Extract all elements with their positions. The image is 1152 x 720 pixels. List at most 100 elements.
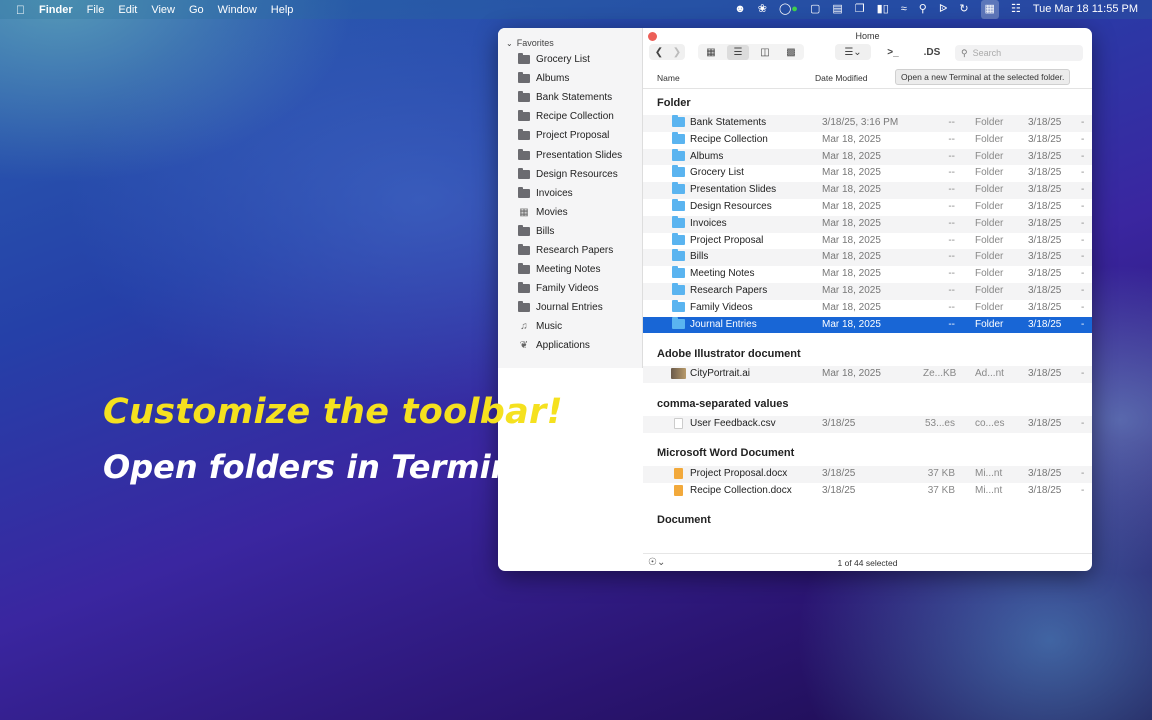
sidebar-item-applications[interactable]: ❦ Applications [498,336,642,355]
sidebar-item-music[interactable]: ♫ Music [498,317,642,336]
list-view-icon[interactable]: ☰ [727,45,749,60]
sidebar-item-design-resources[interactable]: Design Resources [498,165,642,184]
column-header-date-modified[interactable]: Date Modified [815,73,867,83]
file-date-added: 3/18/25 [1028,150,1062,162]
sidebar-item-albums[interactable]: Albums [498,69,642,88]
group-header: Folder [657,96,691,109]
sidebar-item-journal-entries[interactable]: Journal Entries [498,298,642,317]
table-row[interactable]: Project Proposal.docx 3/18/25 37 KB Mi...nt… [643,465,1092,483]
file-date-modified: Mar 18, 2025 [822,234,881,246]
forward-chevron-icon[interactable]: ❯ [670,45,684,60]
folder-icon [518,301,530,313]
column-view-icon[interactable]: ◫ [754,45,776,60]
file-kind: Folder [975,184,1004,196]
open-terminal-button[interactable]: >_ [883,45,903,60]
table-row[interactable]: Recipe Collection Mar 18, 2025 -- Folder 3/1… [643,131,1092,149]
file-date-added: 3/18/25 [1028,251,1062,263]
table-row[interactable]: Family Videos Mar 18, 2025 -- Folder 3/18/25… [643,299,1092,317]
sidebar-item-label: Bank Statements [536,92,613,104]
file-kind: Folder [975,234,1004,246]
table-row[interactable]: Project Proposal Mar 18, 2025 -- Folder 3/18… [643,232,1092,250]
display-icon[interactable]: ▢ [810,0,820,19]
file-extra: - [1081,200,1085,212]
sidebar-section-favorites[interactable]: ⌄ Favorites [498,28,642,50]
file-extra: - [1081,301,1085,313]
icon-view-icon[interactable]: ▦ [701,45,721,60]
file-extra: - [1081,368,1085,380]
folder-icon [672,215,685,228]
bluetooth-icon[interactable]: ᐉ [939,0,947,19]
sidebar-item-meeting-notes[interactable]: Meeting Notes [498,260,642,279]
menu-window[interactable]: Window [218,4,257,16]
table-row[interactable]: Presentation Slides Mar 18, 2025 -- Folder 3… [643,182,1092,199]
table-row[interactable]: Bank Statements 3/18/25, 3:16 PM -- Folder 3… [643,115,1092,132]
finder-toolbar-app-icon[interactable]: ▦ [980,0,999,19]
folder-icon [672,282,685,295]
menu-go[interactable]: Go [189,4,204,16]
table-row[interactable]: CityPortrait.ai Mar 18, 2025 Ze...KB Ad...n… [643,366,1092,384]
chevron-down-icon: ⌄ [506,38,513,48]
file-date-modified: 3/18/25 [822,418,856,430]
back-chevron-icon[interactable]: ❮ [652,45,666,60]
file-extra: - [1081,167,1085,179]
ds-button[interactable]: .DS [921,45,943,60]
menu-edit[interactable]: Edit [118,4,137,16]
battery-icon[interactable]: ▮▯ [877,0,889,19]
table-row[interactable]: Design Resources Mar 18, 2025 -- Folder 3/18… [643,198,1092,216]
sidebar-item-grocery-list[interactable]: Grocery List [498,50,642,69]
file-date-added: 3/18/25 [1028,418,1062,430]
file-date-modified: Mar 18, 2025 [822,284,881,296]
sidebar-item-bank-statements[interactable]: Bank Statements [498,88,642,107]
menu-help[interactable]: Help [271,4,294,16]
window-switch-icon[interactable]: ❐ [855,0,865,19]
table-row[interactable]: Journal Entries Mar 18, 2025 -- Folder 3/18/… [643,316,1092,334]
time-machine-icon[interactable]: ↻ [959,0,968,19]
menu-view[interactable]: View [151,4,175,16]
table-row[interactable]: Meeting Notes Mar 18, 2025 -- Folder 3/18/25… [643,266,1092,283]
menu-app-finder[interactable]: Finder [39,4,73,16]
folder-icon [672,232,685,245]
calendar-icon[interactable]: ▤ [832,0,842,19]
file-extra: - [1081,251,1085,263]
film-icon: ▦ [519,206,529,218]
file-size: 37 KB [927,467,955,479]
file-date-added: 3/18/25 [1028,301,1062,313]
ghost-icon[interactable]: ☻ [734,0,746,19]
table-row[interactable]: Research Papers Mar 18, 2025 -- Folder 3/18/… [643,282,1092,300]
menu-file[interactable]: File [87,4,105,16]
sidebar-item-family-videos[interactable]: Family Videos [498,279,642,298]
promo-subheadline: Open folders in Terminal [103,448,546,486]
sidebar-item-movies[interactable]: ▦ Movies [498,203,642,222]
sidebar-item-research-papers[interactable]: Research Papers [498,241,642,260]
file-date-modified: 3/18/25 [822,484,856,496]
sidebar-item-recipe-collection[interactable]: Recipe Collection [498,107,642,126]
folder-icon [518,263,530,275]
search-field[interactable]: ⚲ Search [955,45,1083,61]
apple-menu-icon[interactable]:  [16,3,25,17]
sidebar-item-bills[interactable]: Bills [498,222,642,241]
table-row[interactable]: Recipe Collection.docx 3/18/25 37 KB Mi...n… [643,483,1092,500]
sidebar-item-presentation-slides[interactable]: Presentation Slides [498,145,642,164]
record-status-icon[interactable]: ◯● [779,0,798,19]
table-row[interactable]: Albums Mar 18, 2025 -- Folder 3/18/25 - [643,148,1092,166]
table-row[interactable]: Bills Mar 18, 2025 -- Folder 3/18/25 - [643,249,1092,267]
group-header: comma-separated values [657,397,789,410]
sidebar-item-invoices[interactable]: Invoices [498,184,642,203]
wifi-icon[interactable]: ≈ [901,0,907,19]
clock[interactable]: Tue Mar 18 11:55 PM [1033,0,1138,19]
table-row[interactable]: User Feedback.csv 3/18/25 53...es co...es 3/… [643,416,1092,433]
file-size: -- [948,318,955,330]
table-row[interactable]: Grocery List Mar 18, 2025 -- Folder 3/18/25 - [643,165,1092,182]
column-header-name[interactable]: Name [657,73,680,83]
group-by-icon[interactable]: ☰⌄ [837,45,869,60]
file-size: -- [948,150,955,162]
file-date-modified: Mar 18, 2025 [822,133,881,145]
folder-icon [518,129,530,141]
file-name: Meeting Notes [690,268,755,280]
sidebar-item-project-proposal[interactable]: Project Proposal [498,126,642,145]
table-row[interactable]: Invoices Mar 18, 2025 -- Folder 3/18/25 - [643,215,1092,233]
gallery-view-icon[interactable]: ▩ [780,45,802,60]
control-center-icon[interactable]: ☷ [1011,0,1021,19]
search-icon[interactable]: ⚲ [919,0,927,19]
openai-icon[interactable]: ❀ [758,0,767,19]
